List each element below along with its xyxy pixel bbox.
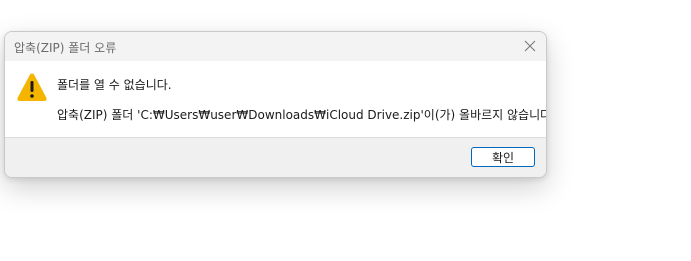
close-button[interactable] xyxy=(514,32,546,61)
dialog-content: 폴더를 열 수 없습니다. 압축(ZIP) 폴더 'C:₩Users₩user₩… xyxy=(5,61,546,138)
warning-icon xyxy=(17,73,47,101)
close-icon xyxy=(524,40,536,52)
ok-button[interactable]: 확인 xyxy=(471,147,535,167)
main-message: 폴더를 열 수 없습니다. xyxy=(57,78,172,92)
error-dialog: 압축(ZIP) 폴더 오류 폴더를 열 수 없습니다. 압축(ZIP) 폴더 '… xyxy=(4,31,547,178)
detail-message: 압축(ZIP) 폴더 'C:₩Users₩user₩Downloads₩iClo… xyxy=(57,108,547,122)
dialog-footer: 확인 xyxy=(5,137,546,177)
title-bar: 압축(ZIP) 폴더 오류 xyxy=(5,32,546,61)
dialog-title: 압축(ZIP) 폴더 오류 xyxy=(14,41,117,55)
